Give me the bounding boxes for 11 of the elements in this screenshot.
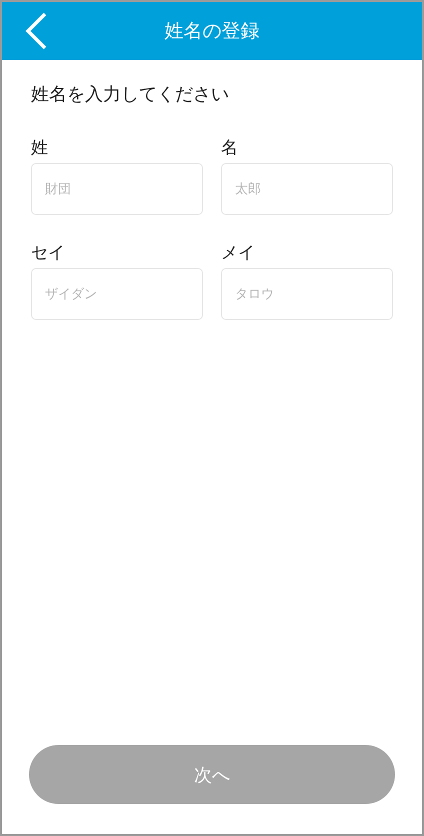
input-field[interactable]: 財団 bbox=[31, 163, 203, 215]
field-label: メイ bbox=[221, 242, 256, 264]
header-title: 姓名の登録 bbox=[164, 19, 260, 44]
input-field[interactable]: ザイダン bbox=[31, 268, 203, 320]
input-field[interactable]: タロウ bbox=[221, 268, 393, 320]
back-chevron-icon bbox=[24, 12, 48, 50]
input-field[interactable]: 太郎 bbox=[221, 163, 393, 215]
field-label: 姓 bbox=[31, 137, 49, 159]
field-label: セイ bbox=[31, 242, 66, 264]
field-label: 名 bbox=[221, 137, 239, 159]
instruction-text: 姓名を入力してください bbox=[31, 83, 230, 106]
